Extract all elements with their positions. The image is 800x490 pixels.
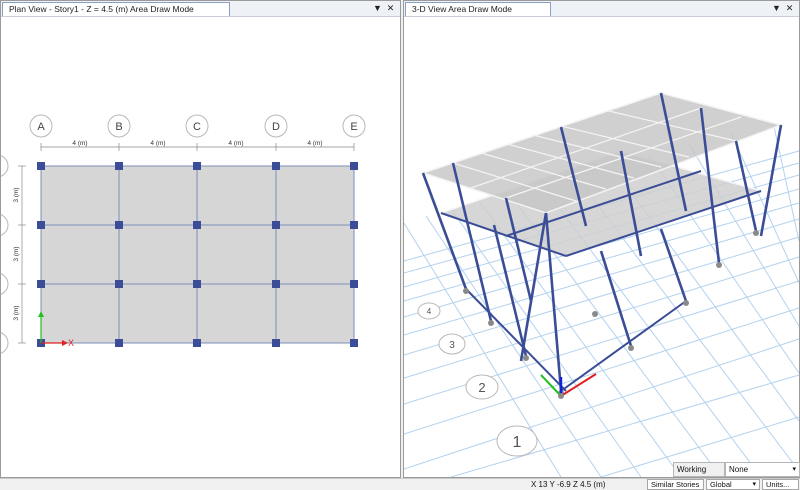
similar-stories-select[interactable]: Similar Stories: [647, 479, 704, 490]
grid-label-3: 3: [449, 340, 455, 351]
dim-label-row1: 3 (m): [13, 187, 20, 202]
grid-label-4: 4: [427, 307, 432, 316]
close-icon[interactable]: ✕: [385, 2, 396, 15]
3d-canvas[interactable]: 1 2 3 4: [404, 17, 799, 477]
grid-label-2: 2: [478, 380, 485, 395]
3d-supports: [463, 230, 759, 396]
cursor-coordinates: X 13 Y -6.9 Z 4.5 (m): [531, 480, 606, 489]
units-label: Units...: [766, 480, 790, 489]
grid-label-c: C: [193, 121, 201, 133]
plan-view-tab[interactable]: Plan View - Story1 - Z = 4.5 (m) Area Dr…: [2, 2, 230, 16]
status-bar: X 13 Y -6.9 Z 4.5 (m) Similar Stories Gl…: [0, 478, 800, 490]
dim-label-cd: 4 (m): [228, 140, 243, 147]
grid-label-1: 1: [513, 434, 522, 451]
dim-label-ab: 4 (m): [72, 140, 87, 147]
plan-view-titlebar: Plan View - Story1 - Z = 4.5 (m) Area Dr…: [1, 1, 400, 17]
3d-view-titlebar: 3-D View Area Draw Mode ▼ ✕: [404, 1, 799, 17]
working-plane-value: None: [729, 465, 749, 474]
coordinate-system-label: Global: [710, 480, 732, 489]
units-button[interactable]: Units...: [762, 479, 799, 490]
working-plane-label: Working Plane: [673, 462, 725, 487]
chevron-down-icon: ▾: [792, 466, 796, 473]
grid-label-d: D: [272, 121, 280, 133]
grid-label-e: E: [350, 121, 357, 133]
3d-view-window[interactable]: 3-D View Area Draw Mode ▼ ✕ 1 2 3 4: [403, 0, 800, 478]
chevron-down-icon: ▾: [752, 481, 756, 488]
3d-view-tab[interactable]: 3-D View Area Draw Mode: [405, 2, 551, 16]
dim-label-de: 4 (m): [307, 140, 322, 147]
grid-label-b: B: [115, 121, 122, 133]
plan-canvas[interactable]: A B C D E 4 (m) 4 (m) 4 (m) 4 (m) 3 (m) …: [1, 17, 400, 477]
dropdown-icon[interactable]: ▼: [771, 2, 782, 15]
dim-label-bc: 4 (m): [150, 140, 165, 147]
plan-view-window[interactable]: Plan View - Story1 - Z = 4.5 (m) Area Dr…: [0, 0, 401, 478]
grid-label-a: A: [37, 121, 45, 133]
similar-stories-label: Similar Stories: [651, 480, 700, 489]
dim-label-row3: 3 (m): [13, 305, 20, 320]
dropdown-icon[interactable]: ▼: [372, 2, 383, 15]
grid-bubbles-rows: [1, 155, 9, 354]
axis-x-label: X: [68, 338, 74, 348]
close-icon[interactable]: ✕: [784, 2, 795, 15]
coordinate-system-select[interactable]: Global ▾: [706, 479, 760, 490]
dim-label-row2: 3 (m): [13, 246, 20, 261]
working-plane-select[interactable]: None ▾: [725, 462, 800, 477]
